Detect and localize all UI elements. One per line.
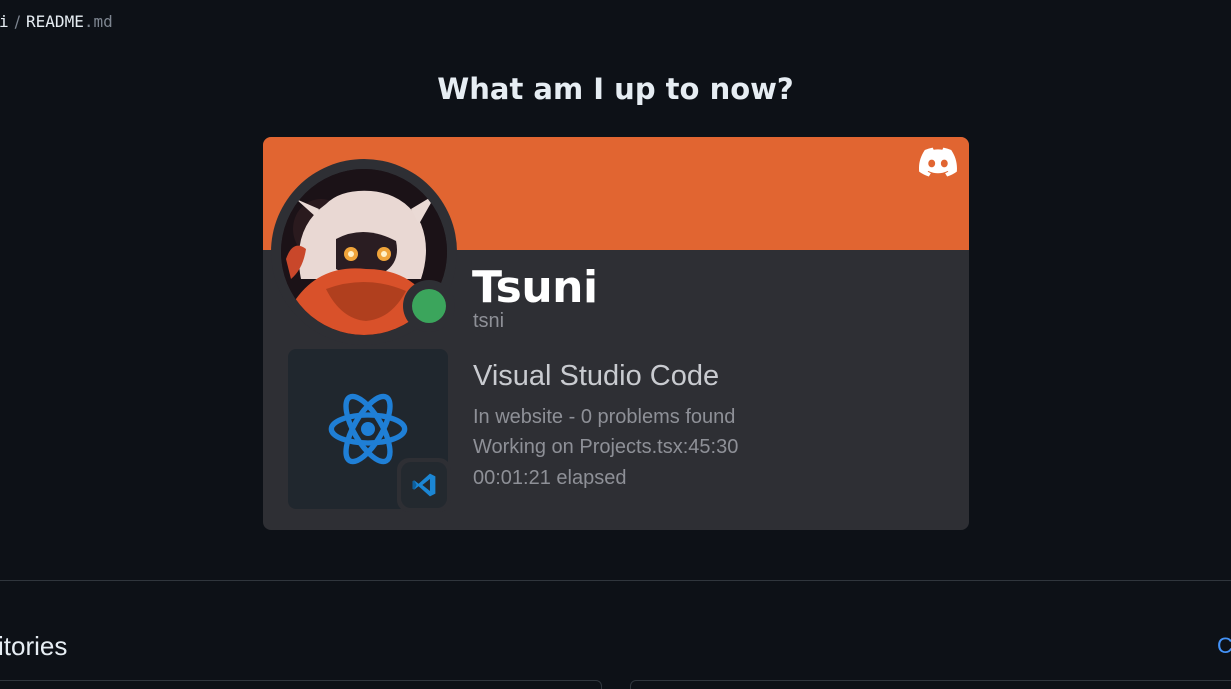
- breadcrumb-file-ext: .md: [83, 12, 113, 31]
- discord-icon: [919, 147, 957, 177]
- customize-link[interactable]: C: [1217, 633, 1231, 659]
- vscode-icon: [412, 473, 436, 497]
- repo-card[interactable]: [630, 680, 1231, 689]
- breadcrumb: i / README.md: [0, 12, 113, 31]
- repo-card[interactable]: [0, 680, 602, 689]
- activity-state: Working on Projects.tsx:45:30: [473, 436, 739, 458]
- small-icon-tile: [401, 462, 447, 508]
- avatar-ring: [271, 159, 457, 345]
- breadcrumb-file-name: README: [26, 12, 84, 31]
- display-name: Tsuni: [472, 262, 598, 313]
- readme-page: i / README.md What am I up to now? Tsuni…: [0, 0, 1231, 689]
- breadcrumb-separator: /: [14, 12, 21, 31]
- activity-name: Visual Studio Code: [473, 360, 720, 392]
- status-dot-icon: [412, 289, 446, 323]
- react-icon: [328, 393, 408, 465]
- readme-heading: What am I up to now?: [437, 72, 794, 106]
- activity-elapsed: 00:01:21 elapsed: [473, 467, 627, 489]
- online-status-indicator: [403, 280, 455, 332]
- repositories-heading: itories: [0, 631, 68, 661]
- section-divider: [0, 580, 1231, 581]
- breadcrumb-parent-link[interactable]: i: [0, 12, 9, 31]
- activity-small-image: [397, 458, 451, 512]
- discord-presence-card[interactable]: Tsuni tsni Visual Studio Code In website…: [263, 137, 969, 530]
- activity-details: In website - 0 problems found: [473, 406, 736, 428]
- username: tsni: [473, 310, 505, 332]
